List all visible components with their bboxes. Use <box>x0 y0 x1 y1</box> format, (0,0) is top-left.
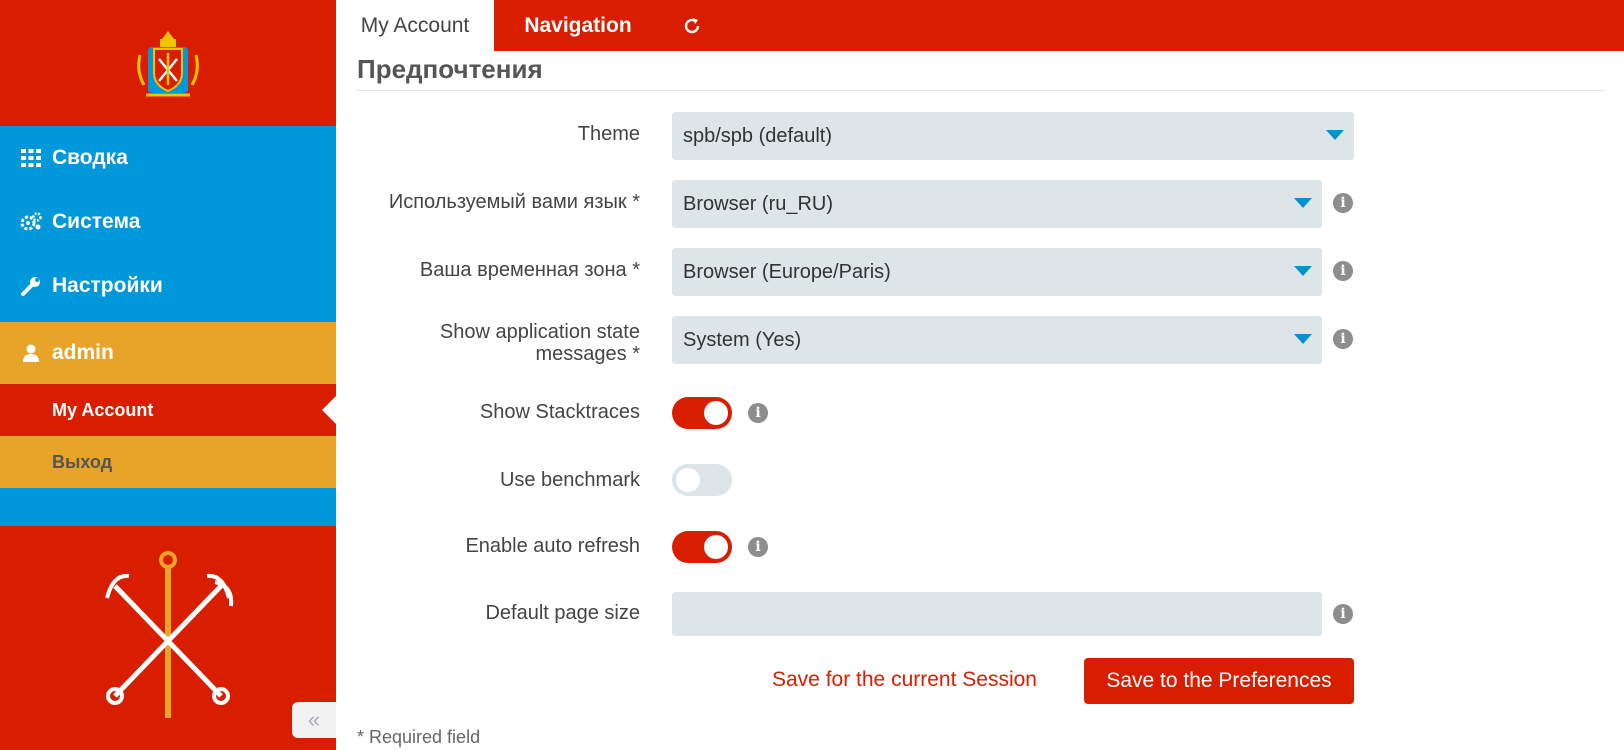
benchmark-toggle[interactable] <box>672 464 732 496</box>
benchmark-label: Use benchmark <box>499 469 640 491</box>
language-select[interactable]: Browser (ru_RU) <box>672 180 1322 228</box>
tab-label: My Account <box>360 13 470 37</box>
chevron-down-icon <box>1294 198 1312 208</box>
double-chevron-left-icon: « <box>307 707 321 732</box>
auto-refresh-label: Enable auto refresh <box>465 535 640 557</box>
state-messages-label: Show application state messages * <box>340 321 640 365</box>
page-size-input[interactable] <box>672 592 1322 636</box>
sidebar-item-label: Настройки <box>52 274 163 297</box>
theme-label: Theme <box>577 123 640 145</box>
timezone-label: Ваша временная зона * <box>419 259 640 281</box>
sidebar-item-dashboard[interactable]: Сводка <box>0 126 336 190</box>
sidebar-nav: Сводка Система Настройки admin My Accoun… <box>0 126 336 526</box>
auto-refresh-toggle[interactable] <box>672 531 732 563</box>
tab-label: Navigation <box>524 13 632 37</box>
toggle-knob <box>676 468 700 492</box>
sidebar-item-user[interactable]: admin <box>0 322 336 384</box>
coat-of-arms-icon <box>137 31 199 97</box>
logo[interactable] <box>0 0 336 126</box>
sidebar: Сводка Система Настройки admin My Accoun… <box>0 0 336 750</box>
info-icon[interactable]: i <box>748 537 768 557</box>
tab-refresh[interactable] <box>662 0 722 51</box>
user-icon <box>20 342 42 364</box>
sidebar-item-label: admin <box>52 341 114 364</box>
info-icon[interactable]: i <box>1333 261 1353 281</box>
stacktraces-toggle[interactable] <box>672 397 732 429</box>
sidebar-subitem-logout[interactable]: Выход <box>0 436 336 488</box>
collapse-sidebar-button[interactable]: « <box>292 702 336 738</box>
required-field-note: * Required field <box>357 727 481 747</box>
toggle-knob <box>704 401 728 425</box>
sidebar-subitem-my-account[interactable]: My Account <box>0 384 336 436</box>
state-messages-select-value: System (Yes) <box>683 328 802 351</box>
sidebar-item-settings[interactable]: Настройки <box>0 254 336 318</box>
theme-select[interactable]: spb/spb (default) <box>672 112 1354 160</box>
state-messages-label-line1: Show application state <box>439 321 640 343</box>
tab-navigation[interactable]: Navigation <box>494 0 662 51</box>
stacktraces-label: Show Stacktraces <box>479 401 640 423</box>
section-title: Предпочтения <box>357 54 543 84</box>
section-divider <box>357 90 1605 91</box>
chevron-down-icon <box>1294 334 1312 344</box>
top-tab-bar: My Account Navigation <box>336 0 1624 51</box>
sidebar-subitem-label: Выход <box>52 451 113 472</box>
gears-icon <box>20 211 42 233</box>
info-icon[interactable]: i <box>1333 193 1353 213</box>
save-session-link[interactable]: Save for the current Session <box>772 668 1037 692</box>
info-icon[interactable]: i <box>748 403 768 423</box>
emblem-area <box>0 526 336 750</box>
refresh-icon <box>684 17 700 33</box>
sidebar-item-label: Сводка <box>52 146 128 169</box>
active-indicator <box>322 396 336 424</box>
timezone-select-value: Browser (Europe/Paris) <box>683 260 891 283</box>
chevron-down-icon <box>1326 130 1344 140</box>
anchors-scepter-emblem-icon <box>105 551 234 718</box>
sidebar-item-system[interactable]: Система <box>0 190 336 254</box>
tab-my-account[interactable]: My Account <box>336 0 494 51</box>
info-icon[interactable]: i <box>1333 329 1353 349</box>
dashboard-grid-icon <box>20 147 42 169</box>
language-select-value: Browser (ru_RU) <box>683 192 834 215</box>
toggle-knob <box>704 535 728 559</box>
language-label: Используемый вами язык * <box>388 191 640 213</box>
state-messages-label-line2: messages * <box>535 343 641 365</box>
sidebar-item-label: Система <box>52 210 141 233</box>
save-preferences-button[interactable]: Save to the Preferences <box>1084 658 1354 704</box>
wrench-icon <box>20 275 42 297</box>
timezone-select[interactable]: Browser (Europe/Paris) <box>672 248 1322 296</box>
theme-select-value: spb/spb (default) <box>683 124 832 147</box>
sidebar-subitem-label: My Account <box>52 399 154 420</box>
chevron-down-icon <box>1294 266 1312 276</box>
page-size-label: Default page size <box>485 602 640 624</box>
state-messages-select[interactable]: System (Yes) <box>672 316 1322 364</box>
info-icon[interactable]: i <box>1333 604 1353 624</box>
